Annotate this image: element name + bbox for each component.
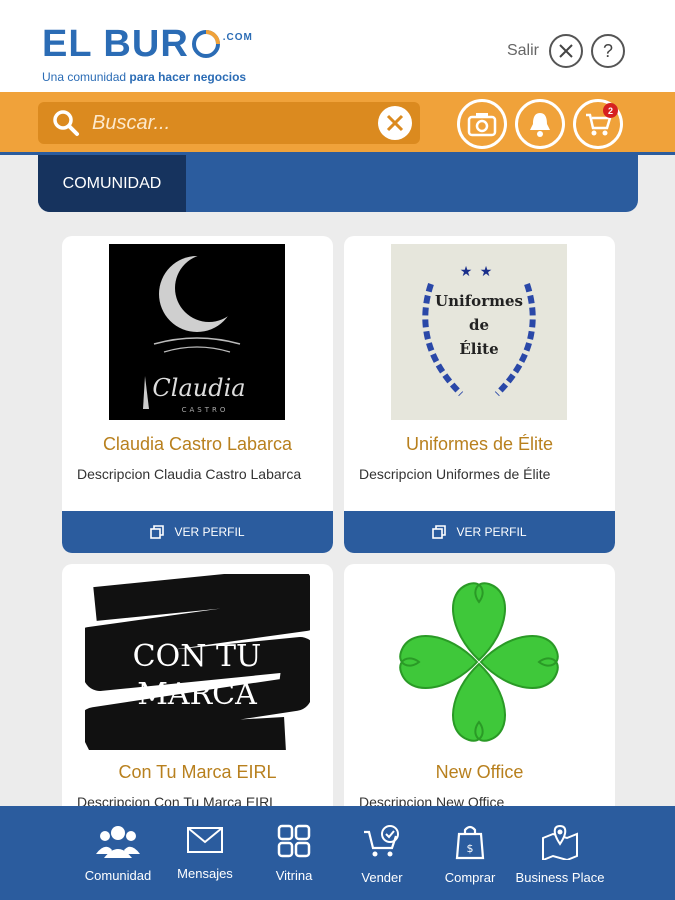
ver-perfil-button[interactable]: VER PERFIL xyxy=(344,511,615,553)
bottom-nav: Comunidad Mensajes Vitrina Vender $ Comp… xyxy=(0,806,675,900)
business-card: Claudia CASTRO Claudia Castro Labarca De… xyxy=(62,236,333,553)
tagline: Una comunidad para hacer negocios xyxy=(42,70,247,84)
svg-text:MARCA: MARCA xyxy=(137,677,257,712)
svg-text:Uniformes: Uniformes xyxy=(435,292,523,310)
nav-comunidad[interactable]: Comunidad xyxy=(82,806,154,900)
help-button[interactable]: ? xyxy=(591,34,625,68)
search-bar: 2 xyxy=(0,92,675,155)
bell-icon xyxy=(530,113,550,137)
uniformes-elite-logo-image: ★ ★ Uniformes de Élite xyxy=(391,244,567,420)
svg-text:CON TU: CON TU xyxy=(133,639,262,674)
svg-text:★: ★ xyxy=(480,263,493,279)
map-pin-icon xyxy=(542,824,578,860)
people-icon xyxy=(96,826,140,858)
search-box xyxy=(38,102,420,144)
svg-text:★: ★ xyxy=(460,263,473,279)
business-card: CON TU MARCA Con Tu Marca EIRL Descripci… xyxy=(62,564,333,824)
card-title[interactable]: Con Tu Marca EIRL xyxy=(62,762,333,783)
copy-icon xyxy=(150,525,165,539)
svg-text:$: $ xyxy=(467,842,474,855)
tab-strip: COMUNIDAD xyxy=(38,155,638,212)
logo-text: EL BUR xyxy=(42,23,189,65)
logout-button[interactable] xyxy=(549,34,583,68)
con-tu-marca-logo-image: CON TU MARCA xyxy=(85,574,310,750)
nav-mensajes[interactable]: Mensajes xyxy=(172,806,238,900)
help-icon: ? xyxy=(602,40,613,61)
claudia-castro-logo-image: Claudia CASTRO xyxy=(109,244,285,420)
business-card: New Office Descripcion New Office xyxy=(344,564,615,824)
logo-com: .COM xyxy=(222,32,253,43)
close-icon xyxy=(559,44,573,58)
card-description: Descripcion Claudia Castro Labarca xyxy=(77,466,302,482)
ver-perfil-button[interactable]: VER PERFIL xyxy=(62,511,333,553)
nav-vitrina[interactable]: Vitrina xyxy=(264,806,324,900)
cart-count-badge: 2 xyxy=(603,103,618,118)
svg-text:de: de xyxy=(469,316,489,334)
search-input[interactable] xyxy=(86,111,378,135)
svg-text:Claudia: Claudia xyxy=(152,374,245,402)
nav-business-place[interactable]: Business Place xyxy=(508,806,612,900)
ver-perfil-label: VER PERFIL xyxy=(456,525,527,539)
nav-vender[interactable]: Vender xyxy=(352,806,412,900)
business-card: ★ ★ Uniformes de Élite Uniformes de Élit… xyxy=(344,236,615,553)
clear-search-button[interactable] xyxy=(378,106,412,140)
logo-ring-icon xyxy=(191,30,220,58)
close-icon xyxy=(386,114,404,132)
four-leaf-clover-image xyxy=(389,572,569,752)
copy-icon xyxy=(432,525,447,539)
card-title[interactable]: Uniformes de Élite xyxy=(344,434,615,455)
search-icon[interactable] xyxy=(46,102,86,144)
card-title[interactable]: Claudia Castro Labarca xyxy=(62,434,333,455)
svg-text:Élite: Élite xyxy=(459,340,498,358)
camera-icon xyxy=(467,113,497,137)
notifications-button[interactable] xyxy=(515,99,565,149)
card-title[interactable]: New Office xyxy=(344,762,615,783)
tab-comunidad[interactable]: COMUNIDAD xyxy=(38,155,186,212)
cart-check-icon xyxy=(364,825,399,857)
salir-label[interactable]: Salir xyxy=(507,42,539,60)
envelope-icon xyxy=(187,827,223,853)
cart-button[interactable]: 2 xyxy=(573,99,623,149)
camera-button[interactable] xyxy=(457,99,507,149)
card-description: Descripcion Uniformes de Élite xyxy=(359,466,551,482)
nav-comprar[interactable]: $ Comprar xyxy=(440,806,500,900)
ver-perfil-label: VER PERFIL xyxy=(174,525,245,539)
logo: EL BUR .COM Una comunidad para hacer neg… xyxy=(42,18,253,84)
grid-icon xyxy=(277,824,311,858)
svg-text:CASTRO: CASTRO xyxy=(182,406,229,414)
shopping-bag-icon: $ xyxy=(455,825,485,860)
app-header: EL BUR .COM Una comunidad para hacer neg… xyxy=(0,0,675,92)
